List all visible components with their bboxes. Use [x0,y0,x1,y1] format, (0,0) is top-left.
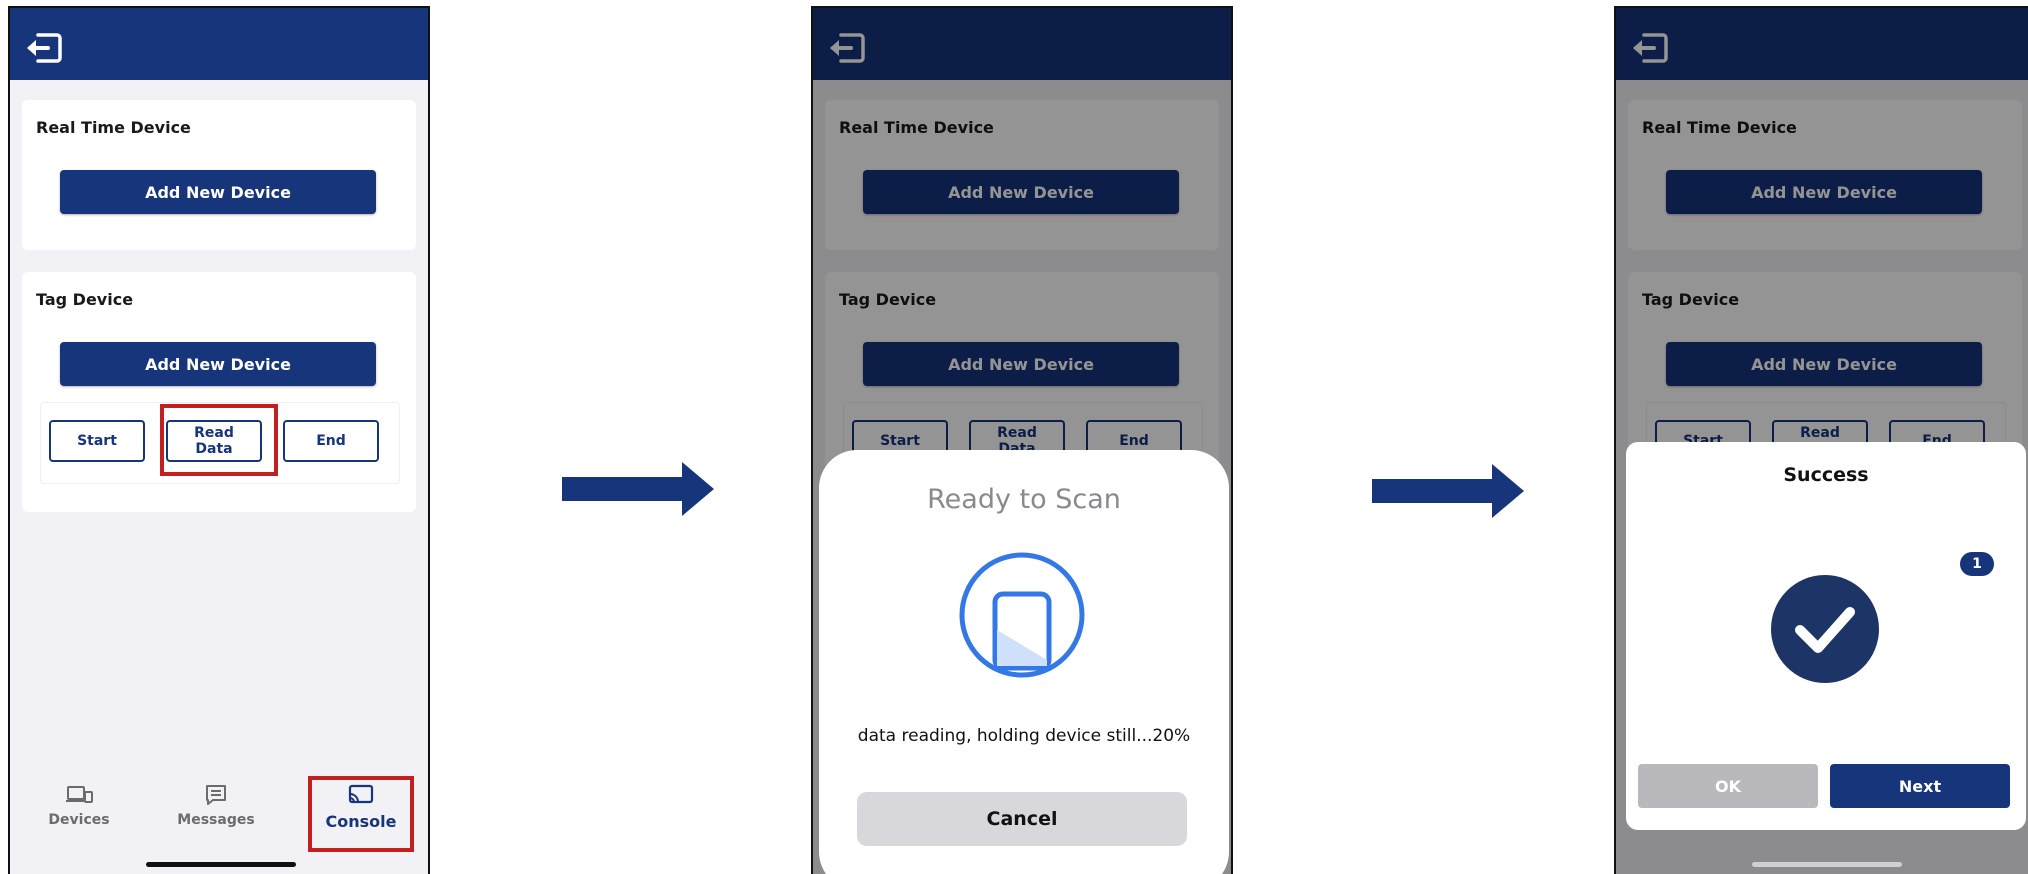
scan-status-text: data reading, holding device still...20% [857,726,1191,746]
checkmark-icon [1771,575,1879,683]
scan-title: Ready to Scan [927,484,1121,515]
logout-icon[interactable] [24,30,64,66]
tab-devices-label: Devices [48,812,110,828]
success-title: Success [1783,464,1869,486]
success-dialog: Success 1 OK Next [1626,442,2026,830]
home-indicator [146,862,296,867]
tag-device-card: Tag Device Add New Device Start Read Dat… [22,272,416,512]
console-tab-highlight [308,776,414,852]
read-data-highlight [160,404,278,476]
start-button[interactable]: Start [49,420,145,462]
top-bar [10,8,428,80]
section-title-tag: Tag Device [36,290,134,309]
tab-messages[interactable]: Messages [161,784,271,828]
tab-messages-label: Messages [177,812,255,828]
phone-screen-scan: Real Time Device Add New Device Tag Devi… [811,6,1233,874]
messages-icon [206,785,226,805]
devices-icon [66,786,93,803]
phone-screen-success: Real Time Device Add New Device Tag Devi… [1614,6,2028,874]
end-button[interactable]: End [283,420,379,462]
count-badge: 1 [1960,552,1994,576]
scan-sheet: Ready to Scan data reading, holding devi… [819,450,1229,874]
home-indicator [1752,862,1902,867]
add-tag-device-button[interactable]: Add New Device [60,342,376,386]
right-arrow [1372,464,1524,518]
ok-button[interactable]: OK [1638,764,1818,808]
add-real-time-device-button[interactable]: Add New Device [60,170,376,214]
section-title-real-time: Real Time Device [36,118,191,137]
real-time-device-card: Real Time Device Add New Device [22,100,416,250]
right-arrow [562,462,714,516]
cancel-button[interactable]: Cancel [857,792,1187,846]
next-button[interactable]: Next [1830,764,2010,808]
phone-scan-icon [959,552,1085,678]
tab-devices[interactable]: Devices [24,784,134,828]
